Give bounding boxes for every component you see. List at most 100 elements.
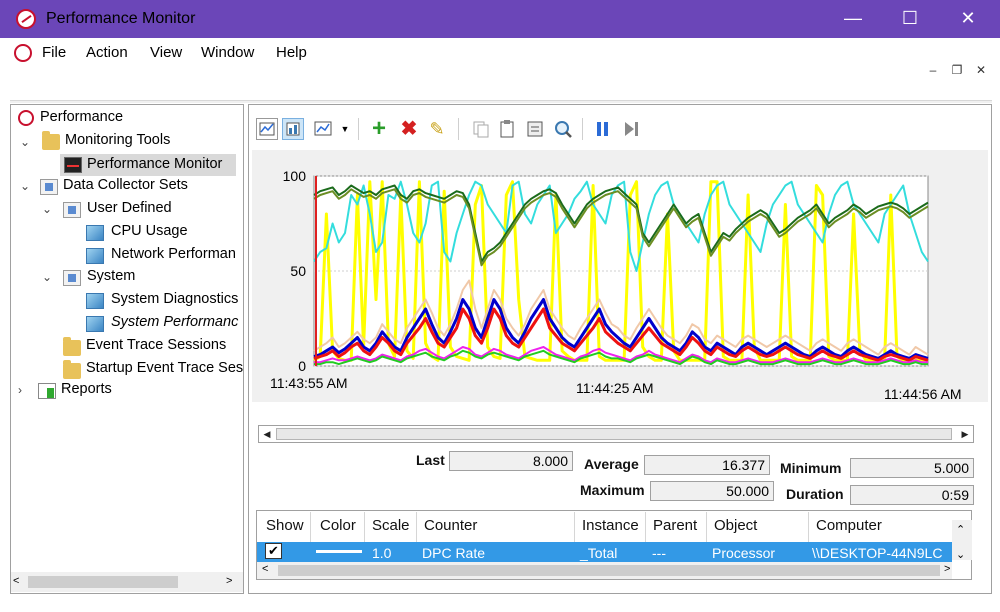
monitoring-tools-icon <box>42 131 60 150</box>
tree-scroll-thumb[interactable] <box>28 576 178 588</box>
menu-help[interactable]: Help <box>276 44 307 61</box>
x-tick-label: 11:43:55 AM <box>270 375 348 391</box>
counter-object: Processor <box>712 545 776 561</box>
properties-icon[interactable] <box>524 118 546 140</box>
tree-item-system[interactable]: System <box>87 268 135 284</box>
tree-item-event-trace-sessions[interactable]: Event Trace Sessions <box>86 337 226 353</box>
scroll-left-arrow-icon[interactable]: < <box>262 563 268 575</box>
scroll-up-arrow-icon[interactable]: ⌃ <box>956 523 965 536</box>
tree-item-system-performance[interactable]: System Performanc <box>111 314 238 330</box>
column-separator <box>416 512 417 542</box>
system-menu-icon[interactable] <box>14 44 32 62</box>
tree-item-performance-monitor[interactable]: Performance Monitor <box>87 156 222 172</box>
paste-counter-list-icon[interactable] <box>496 118 518 140</box>
copy-properties-icon[interactable] <box>470 118 492 140</box>
zoom-icon[interactable] <box>552 118 574 140</box>
toolbar-separator <box>582 118 583 140</box>
scroll-left-arrow-icon[interactable]: < <box>13 575 19 587</box>
tree-item-reports[interactable]: Reports <box>61 381 112 397</box>
scroll-right-arrow-icon[interactable]: > <box>226 575 232 587</box>
y-tick-label: 100 <box>283 168 307 184</box>
collapse-chevron-icon[interactable]: ⌄ <box>20 179 30 193</box>
collapse-chevron-icon[interactable]: ⌄ <box>42 270 52 284</box>
performance-monitor-icon <box>64 157 82 173</box>
show-checkbox[interactable]: ✔ <box>265 543 282 559</box>
highlight-icon[interactable]: ✎ <box>426 118 448 140</box>
column-separator <box>310 512 311 542</box>
tree-item-user-defined[interactable]: User Defined <box>87 200 172 216</box>
tree-item-network-performance[interactable]: Network Performan <box>111 246 236 262</box>
close-button[interactable]: ✕ <box>940 0 996 38</box>
scroll-down-arrow-icon[interactable]: ⌄ <box>956 548 965 561</box>
tree-item-cpu-usage[interactable]: CPU Usage <box>111 223 188 239</box>
column-header-show[interactable]: Show <box>266 517 304 534</box>
window-title: Performance Monitor <box>46 10 196 27</box>
child-close-button[interactable]: ✕ <box>970 60 992 82</box>
y-tick-label: 50 <box>290 263 306 279</box>
table-scroll-thumb[interactable] <box>278 565 940 576</box>
tree-item-data-collector-sets[interactable]: Data Collector Sets <box>63 177 188 193</box>
last-value: 8.000 <box>449 451 573 471</box>
minimize-button[interactable]: — <box>825 0 881 38</box>
view-histogram-icon[interactable] <box>282 118 304 140</box>
content-divider <box>10 100 992 103</box>
duration-value: 0:59 <box>850 485 974 505</box>
column-separator <box>706 512 707 542</box>
counter-color-swatch <box>316 550 362 553</box>
child-minimize-button[interactable]: – <box>922 60 944 82</box>
collapse-chevron-icon[interactable]: ⌄ <box>20 135 30 149</box>
child-restore-button[interactable]: ❐ <box>946 60 968 82</box>
column-header-color[interactable]: Color <box>320 517 356 534</box>
change-graph-type-icon[interactable] <box>312 118 334 140</box>
folder-icon <box>63 337 81 356</box>
freeze-display-icon[interactable] <box>592 118 614 140</box>
folder-icon <box>63 360 81 379</box>
column-header-parent[interactable]: Parent <box>653 517 697 534</box>
average-label: Average <box>584 456 639 472</box>
update-data-icon[interactable] <box>620 118 642 140</box>
tree-item-performance[interactable]: Performance <box>40 109 123 125</box>
counter-name: DPC Rate <box>422 545 486 561</box>
column-header-counter[interactable]: Counter <box>424 517 477 534</box>
tree-item-system-diagnostics[interactable]: System Diagnostics <box>111 291 238 307</box>
scroll-right-arrow-icon[interactable]: ▶ <box>958 427 972 441</box>
collapse-chevron-icon[interactable]: ⌄ <box>42 202 52 216</box>
counter-scale: 1.0 <box>372 545 392 561</box>
expand-chevron-icon[interactable]: › <box>18 383 22 397</box>
column-header-instance[interactable]: Instance <box>582 517 639 534</box>
menu-view[interactable]: View <box>150 44 182 61</box>
view-graph-icon[interactable] <box>256 118 278 140</box>
column-separator <box>574 512 575 542</box>
performance-monitor-app-icon <box>16 9 36 29</box>
scroll-left-arrow-icon[interactable]: ◀ <box>260 427 274 441</box>
column-header-scale[interactable]: Scale <box>372 517 410 534</box>
column-header-computer[interactable]: Computer <box>816 517 882 534</box>
collector-set-icon <box>86 316 104 332</box>
tree-item-startup-event-trace-sessions[interactable]: Startup Event Trace Ses <box>86 360 243 376</box>
toolbar-separator <box>358 118 359 140</box>
maximize-button[interactable]: ☐ <box>882 0 938 38</box>
column-header-object[interactable]: Object <box>714 517 757 534</box>
duration-label: Duration <box>786 486 844 502</box>
column-separator <box>364 512 365 542</box>
add-counter-icon[interactable]: + <box>368 117 390 141</box>
toolbar-separator <box>458 118 459 140</box>
collector-set-icon <box>86 293 104 309</box>
minimum-label: Minimum <box>780 460 842 476</box>
data-collector-sets-icon <box>40 179 58 195</box>
performance-chart: 0 50 100 <box>283 168 929 374</box>
scroll-right-arrow-icon[interactable]: > <box>944 563 950 575</box>
average-value: 16.377 <box>644 455 770 475</box>
counter-computer: \\DESKTOP-44N9LC <box>812 545 943 561</box>
x-tick-label: 11:44:56 AM <box>884 386 962 402</box>
menu-file[interactable]: File <box>42 44 66 61</box>
maximum-value: 50.000 <box>650 481 774 501</box>
menu-window[interactable]: Window <box>201 44 254 61</box>
y-tick-label: 0 <box>298 358 306 374</box>
counter-instance: _Total <box>580 545 618 561</box>
graph-scroll-thumb[interactable] <box>276 428 952 440</box>
tree-item-monitoring-tools[interactable]: Monitoring Tools <box>65 132 170 148</box>
delete-counter-icon[interactable]: ✖ <box>398 118 420 140</box>
menu-action[interactable]: Action <box>86 44 128 61</box>
dropdown-arrow-icon[interactable]: ▼ <box>338 118 352 140</box>
